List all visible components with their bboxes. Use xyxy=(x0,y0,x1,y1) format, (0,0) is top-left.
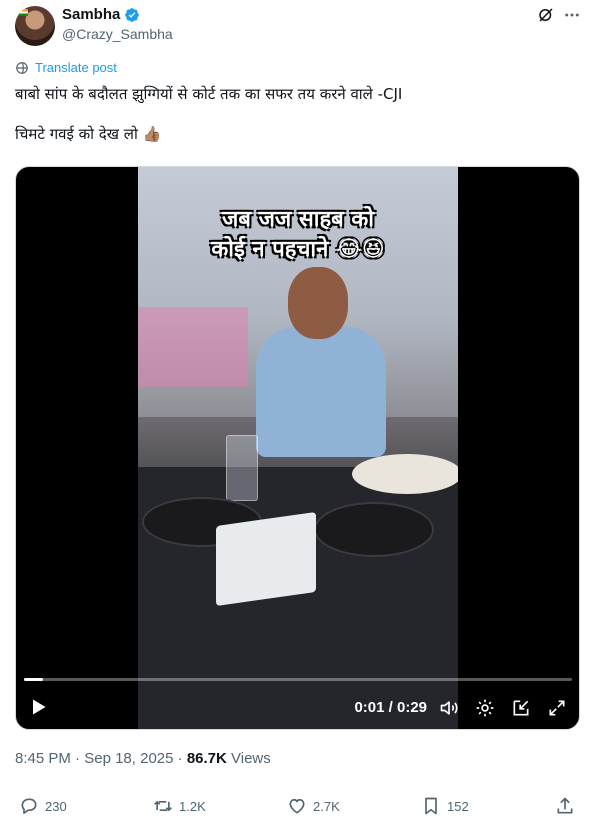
tweet-date[interactable]: Sep 18, 2025 xyxy=(84,750,173,767)
video-caption-line-2: कोई न पहचाने 😂😆 xyxy=(211,237,385,262)
video-caption: जब जज साहब को कोई न पहचाने 😂😆 xyxy=(138,205,458,265)
heart-icon xyxy=(289,798,305,814)
action-bar: 230 1.2K 2.7K 152 xyxy=(15,796,585,820)
video-plate xyxy=(314,502,434,557)
volume-icon[interactable] xyxy=(439,698,459,718)
settings-gear-icon[interactable] xyxy=(475,698,495,718)
translate-icon xyxy=(16,61,28,74)
tweet-text-line-2: चिमटे गवई को देख लो 👍🏽 xyxy=(15,125,162,143)
video-player[interactable]: जब जज साहब को कोई न पहचाने 😂😆 0:01 / 0:2… xyxy=(15,166,580,730)
fullscreen-icon[interactable] xyxy=(547,698,567,718)
play-icon[interactable] xyxy=(28,697,48,717)
tweet-text: बाबो सांप के बदौलत झुग्गियों से कोर्ट तक… xyxy=(15,84,585,164)
avatar[interactable] xyxy=(15,6,55,46)
video-progress-bar[interactable] xyxy=(24,678,572,681)
video-progress-fill xyxy=(24,678,43,681)
share-button[interactable] xyxy=(555,796,575,816)
view-count: 86.7K xyxy=(186,750,227,767)
video-time: 0:01 / 0:29 xyxy=(354,699,427,716)
verified-badge-icon xyxy=(125,7,140,22)
share-icon xyxy=(557,797,573,814)
video-person-head xyxy=(288,267,348,339)
translate-label: Translate post xyxy=(35,60,117,75)
views-label: Views xyxy=(226,750,271,767)
bookmark-count: 152 xyxy=(447,798,469,814)
repost-button[interactable]: 1.2K xyxy=(153,796,206,816)
tweet-meta: 8:45 PM · Sep 18, 2025 · 86.7K Views xyxy=(15,750,271,767)
reply-icon xyxy=(21,798,37,814)
video-plate xyxy=(352,454,458,494)
like-button[interactable]: 2.7K xyxy=(287,796,340,816)
video-stage-light xyxy=(138,307,248,387)
repost-count: 1.2K xyxy=(179,798,206,814)
display-name[interactable]: Sambha xyxy=(62,6,120,23)
dock-video-icon[interactable] xyxy=(511,698,531,718)
handle[interactable]: @Crazy_Sambha xyxy=(62,26,173,42)
tweet-time[interactable]: 8:45 PM xyxy=(15,750,71,767)
video-tissue-box xyxy=(216,511,316,607)
video-frame[interactable]: जब जज साहब को कोई न पहचाने 😂😆 xyxy=(138,167,458,729)
grok-icon[interactable] xyxy=(537,6,555,24)
reply-button[interactable]: 230 xyxy=(19,796,67,816)
translate-post-link[interactable]: Translate post xyxy=(15,60,117,75)
bookmark-icon xyxy=(425,797,437,815)
repost-icon xyxy=(154,801,172,811)
more-icon[interactable] xyxy=(563,6,581,24)
video-caption-line-1: जब जज साहब को xyxy=(222,207,374,232)
tweet-text-line-1: बाबो सांप के बदौलत झुग्गियों से कोर्ट तक… xyxy=(15,85,403,103)
like-count: 2.7K xyxy=(313,798,340,814)
india-flag-icon xyxy=(18,9,28,16)
tweet-header: Sambha @Crazy_Sambha xyxy=(15,4,585,46)
reply-count: 230 xyxy=(45,798,67,814)
name-row: Sambha xyxy=(62,6,140,23)
video-glass xyxy=(226,435,258,501)
meta-separator: · xyxy=(70,750,85,767)
video-person-body xyxy=(256,327,386,457)
meta-separator: · xyxy=(173,750,187,767)
bookmark-button[interactable]: 152 xyxy=(421,796,469,816)
